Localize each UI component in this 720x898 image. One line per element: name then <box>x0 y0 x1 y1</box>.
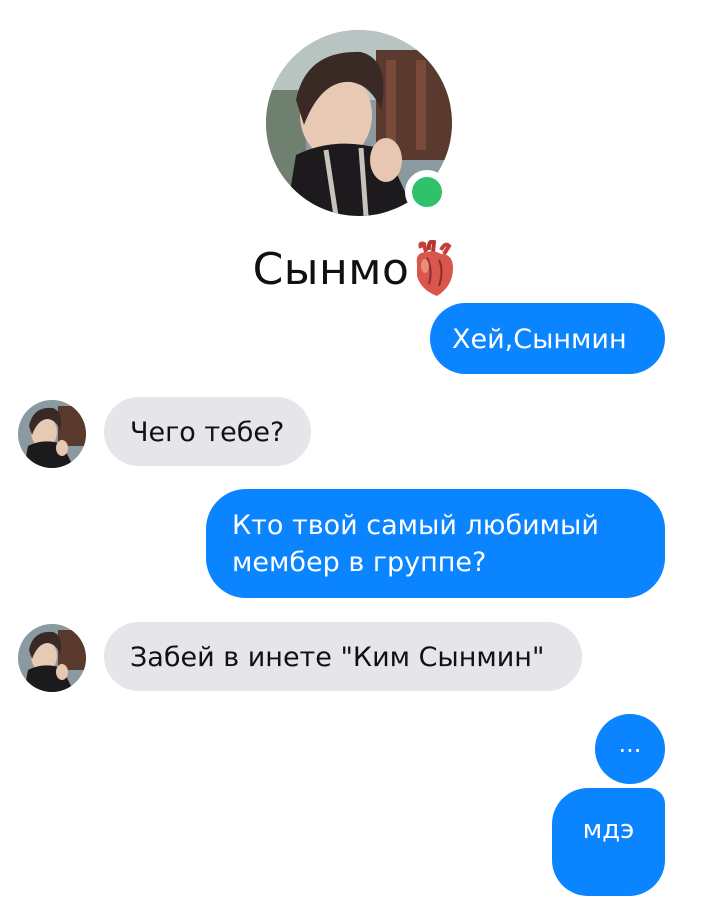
contact-avatar-small[interactable] <box>18 624 86 692</box>
message-bubble-outgoing[interactable]: мдэ <box>552 788 665 896</box>
contact-name-text: Сынмо <box>252 244 410 295</box>
message-bubble-incoming[interactable]: Забей в инете "Ким Сынмин" <box>104 622 582 691</box>
anatomical-heart-icon <box>411 239 457 298</box>
message-bubble-incoming[interactable]: Чего тебе? <box>104 397 311 466</box>
message-bubble-outgoing[interactable]: Хей,Сынмин <box>430 303 665 374</box>
message-bubble-outgoing[interactable]: Кто твой самый любимый мембер в группе? <box>206 489 665 598</box>
contact-name-title[interactable]: Сынмо <box>0 239 710 298</box>
online-status-dot <box>405 170 449 214</box>
contact-avatar-small[interactable] <box>18 400 86 468</box>
message-bubble-outgoing[interactable]: ... <box>595 714 665 784</box>
